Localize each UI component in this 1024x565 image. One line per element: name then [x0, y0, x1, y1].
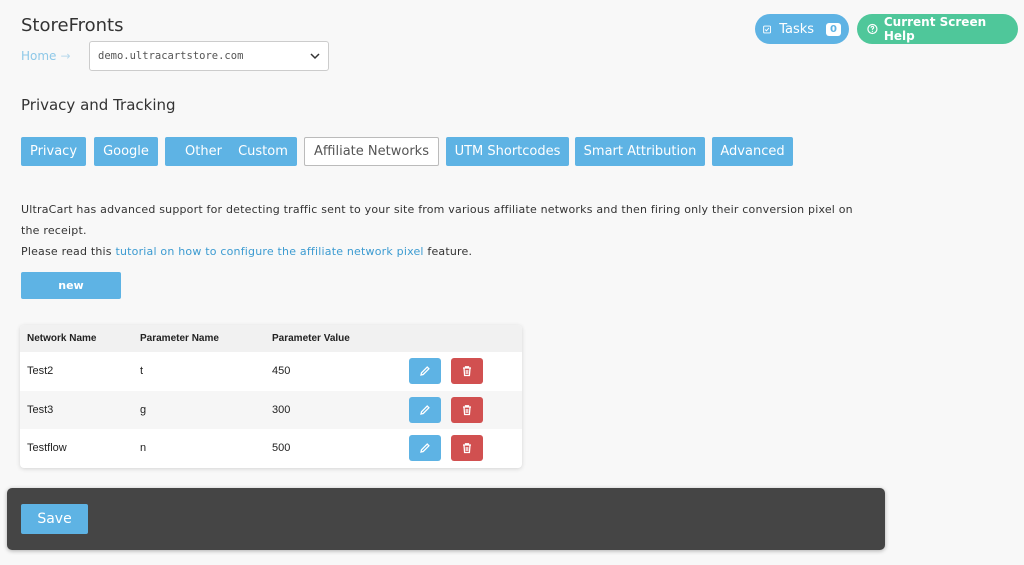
table-row: Test3 g 300: [20, 390, 522, 429]
table-header: Network Name Parameter Name Parameter Va…: [20, 325, 522, 352]
cell-network-name: Test2: [27, 365, 54, 378]
tutorial-link[interactable]: tutorial on how to configure the affilia…: [115, 245, 423, 258]
tab-smart-attribution[interactable]: Smart Attribution: [575, 137, 705, 166]
pencil-icon: [420, 404, 430, 415]
delete-button[interactable]: [451, 358, 483, 385]
table-row: Testflow n 500: [20, 429, 522, 468]
cell-parameter-name: t: [140, 365, 144, 378]
cell-parameter-name: g: [140, 403, 147, 416]
cell-network-name: Testflow: [27, 442, 67, 455]
column-header-parameter-name: Parameter Name: [140, 333, 219, 344]
save-bar: Save: [7, 488, 885, 550]
breadcrumb-arrow: →: [60, 49, 71, 63]
checkbox-icon: [763, 25, 772, 33]
trash-icon: [463, 443, 471, 454]
store-select[interactable]: demo.ultracartstore.com: [89, 41, 329, 71]
tab-affiliate-networks[interactable]: Affiliate Networks: [304, 137, 439, 166]
cell-parameter-value: 300: [272, 403, 291, 416]
description-line-2: Please read this tutorial on how to conf…: [21, 245, 473, 258]
edit-button[interactable]: [409, 358, 441, 385]
section-title: Privacy and Tracking: [21, 96, 176, 114]
tab-privacy[interactable]: Privacy: [21, 137, 86, 166]
cell-parameter-name: n: [140, 442, 147, 455]
chevron-down-icon: [310, 53, 320, 60]
tab-google[interactable]: Google: [94, 137, 158, 166]
affiliate-networks-table: Network Name Parameter Name Parameter Va…: [20, 325, 522, 468]
cell-network-name: Test3: [27, 403, 54, 416]
tasks-count-badge: 0: [826, 22, 841, 36]
tab-utm-shortcodes[interactable]: UTM Shortcodes: [446, 137, 569, 166]
tasks-label: Tasks: [779, 21, 815, 37]
question-circle-icon: [867, 23, 878, 35]
edit-button[interactable]: [409, 396, 441, 423]
current-screen-help-button[interactable]: Current Screen Help: [857, 14, 1018, 44]
breadcrumb: Home →: [21, 49, 71, 63]
tab-custom[interactable]: Custom: [229, 137, 297, 166]
description: UltraCart has advanced support for detec…: [21, 199, 871, 262]
page-title: StoreFronts: [21, 15, 124, 36]
tab-advanced[interactable]: Advanced: [712, 137, 793, 166]
save-button[interactable]: Save: [21, 504, 88, 534]
pencil-icon: [420, 443, 430, 454]
edit-button[interactable]: [409, 435, 441, 462]
column-header-parameter-value: Parameter Value: [272, 333, 350, 344]
tasks-button[interactable]: Tasks 0: [755, 14, 849, 44]
pencil-icon: [420, 366, 430, 377]
cell-parameter-value: 450: [272, 365, 291, 378]
new-button[interactable]: new: [21, 272, 121, 299]
delete-button[interactable]: [451, 396, 483, 423]
delete-button[interactable]: [451, 435, 483, 462]
breadcrumb-home-link[interactable]: Home: [21, 49, 56, 63]
trash-icon: [463, 366, 471, 377]
table-row: Test2 t 450: [20, 352, 522, 391]
description-line-1: UltraCart has advanced support for detec…: [21, 203, 853, 237]
trash-icon: [463, 404, 471, 415]
column-header-network-name: Network Name: [27, 333, 97, 344]
cell-parameter-value: 500: [272, 442, 291, 455]
store-select-value: demo.ultracartstore.com: [98, 50, 244, 62]
help-label: Current Screen Help: [883, 15, 987, 43]
